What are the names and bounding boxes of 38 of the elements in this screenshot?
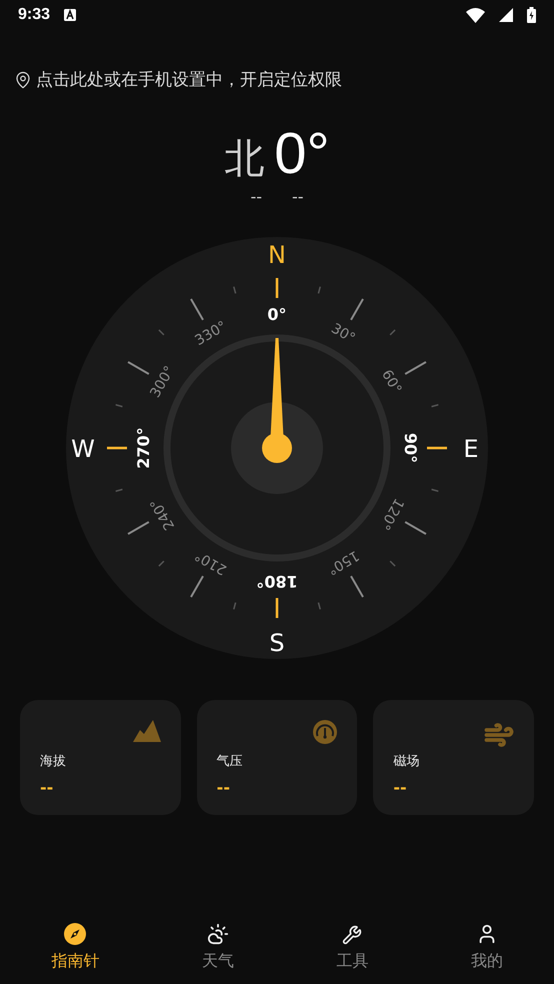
cardinal-label: N: [268, 241, 286, 269]
cloud-sun-icon: [206, 923, 229, 945]
location-pin-icon: [14, 70, 32, 88]
heading-degrees: 0°: [274, 125, 330, 183]
degree-label: 60°: [378, 367, 404, 397]
nav-tab[interactable]: 我的: [470, 906, 503, 972]
battery-icon: [527, 7, 536, 23]
degree-label: 210°: [192, 546, 230, 578]
mountain-icon: [132, 720, 161, 742]
status-time: 9:33: [18, 6, 50, 24]
degree-label: 90°: [401, 432, 420, 464]
degree-label: 270°: [134, 427, 153, 469]
sensor-label: 磁场: [393, 753, 420, 770]
cardinal-label: S: [269, 629, 285, 657]
degree-label: 30°: [328, 320, 358, 347]
sensor-label: 海拔: [40, 753, 66, 770]
sensor-label: 气压: [216, 753, 243, 770]
nav-tab[interactable]: 天气: [202, 906, 234, 972]
signal-icon: [499, 8, 513, 22]
nav-tab[interactable]: 指南针: [51, 906, 100, 972]
heading-readout: --: [250, 187, 262, 206]
compass-icon: [64, 923, 86, 945]
degree-label: 0°: [267, 305, 287, 324]
degree-label: 180°: [256, 572, 298, 591]
sensor-value: --: [40, 778, 54, 797]
gauge-icon: [313, 720, 338, 744]
notification-icon: [64, 9, 76, 21]
wrench-icon: [342, 925, 362, 945]
wifi-icon: [466, 8, 485, 22]
location-permission-link[interactable]: 点击此处或在手机设置中，开启定位权限: [36, 68, 342, 91]
heading-direction: 北: [224, 135, 264, 183]
sensor-value: --: [216, 778, 230, 797]
sensor-value: --: [393, 778, 407, 797]
cardinal-label: W: [71, 435, 95, 463]
nav-tab[interactable]: 工具: [336, 906, 368, 972]
cardinal-label: E: [463, 435, 479, 463]
wind-icon: [484, 720, 514, 750]
heading-readout: --: [292, 187, 304, 206]
